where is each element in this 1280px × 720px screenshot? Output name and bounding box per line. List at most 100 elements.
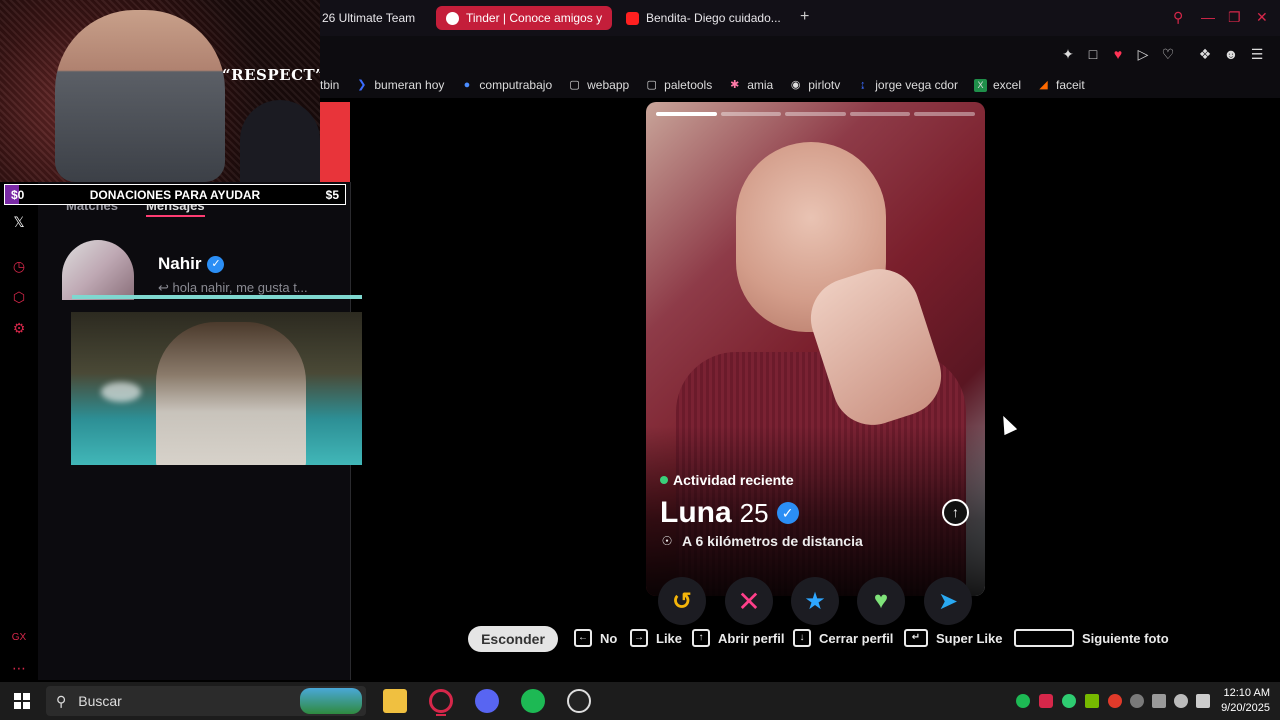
donation-title: DONACIONES PARA AYUDAR bbox=[89, 187, 261, 202]
shortcut-open-profile: ↑ Abrir perfil bbox=[692, 629, 784, 647]
tab-bendita[interactable]: Bendita- Diego cuidado... bbox=[616, 6, 792, 30]
verified-badge-icon: ✓ bbox=[207, 255, 225, 273]
bookmark-jorge-vega[interactable]: ↨ jorge vega cdor bbox=[856, 78, 958, 92]
profile-name-row: Luna 25 ✓ bbox=[660, 496, 799, 530]
minimize-button[interactable]: — bbox=[1201, 9, 1215, 25]
box-icon[interactable]: ⬡ bbox=[10, 288, 28, 306]
bookmark-amia[interactable]: ✱ amia bbox=[728, 78, 773, 92]
link-icon: ↨ bbox=[860, 78, 866, 91]
discord-icon[interactable] bbox=[475, 689, 499, 713]
taskbar: ⚲ Buscar 12:10 AM 9/20/2025 bbox=[0, 682, 1280, 720]
shortcut-no: ← No bbox=[574, 629, 617, 647]
pin-icon[interactable]: ✦ bbox=[1060, 46, 1076, 62]
bumeran-icon: ❯ bbox=[357, 78, 367, 91]
menu-icon[interactable]: ☰ bbox=[1249, 46, 1265, 62]
bookmark-pirlotv[interactable]: ◉ pirlotv bbox=[789, 78, 840, 92]
windows-start-icon[interactable] bbox=[14, 693, 30, 709]
heart-icon[interactable]: ♡ bbox=[1160, 46, 1176, 62]
enter-key-icon: ↵ bbox=[904, 629, 928, 647]
maximize-button[interactable]: ❐ bbox=[1228, 9, 1241, 26]
gx-icon[interactable]: GX bbox=[10, 629, 28, 647]
tab-tinder[interactable]: Tinder | Conoce amigos y bbox=[436, 6, 612, 30]
tray-wifi-icon[interactable] bbox=[1130, 694, 1144, 708]
profile-icon[interactable]: ☻ bbox=[1223, 46, 1239, 62]
bookmark-computrabajo[interactable]: ● computrabajo bbox=[460, 78, 553, 92]
webcam-overlay bbox=[71, 312, 362, 465]
bookmark-paletools[interactable]: ▢ paletools bbox=[645, 78, 712, 92]
photo-progress-segment bbox=[914, 112, 975, 116]
open-profile-button[interactable]: ↑ bbox=[942, 499, 969, 526]
bookmark-bumeran[interactable]: ❯ bumeran hoy bbox=[355, 78, 444, 92]
new-tab-button[interactable]: + bbox=[800, 8, 809, 26]
stream-overlay-image: “RESPECT” bbox=[0, 0, 320, 182]
volume-icon[interactable] bbox=[1196, 694, 1210, 708]
photo-progress-segment bbox=[849, 112, 911, 116]
screenshot-icon[interactable]: □ bbox=[1085, 46, 1101, 62]
bookmark-excel[interactable]: Xexcel bbox=[973, 78, 1021, 92]
taskbar-clock[interactable]: 12:10 AM 9/20/2025 bbox=[1221, 686, 1270, 716]
shortcut-super-like: ↵ Super Like bbox=[904, 629, 1002, 647]
arrow-right-key-icon: → bbox=[630, 629, 648, 647]
clock-date: 9/20/2025 bbox=[1221, 702, 1270, 714]
tray-green-icon[interactable] bbox=[1062, 694, 1076, 708]
message-list-item[interactable]: Nahir ✓ ↩ hola nahir, me gusta t... bbox=[62, 240, 362, 300]
photo-progress bbox=[656, 112, 975, 116]
super-like-button[interactable]: ★ bbox=[791, 577, 839, 625]
search-highlight-image bbox=[300, 688, 362, 714]
match-name: Nahir bbox=[158, 254, 202, 273]
stream-divider bbox=[72, 295, 362, 299]
overlay-caption: “RESPECT” bbox=[222, 66, 320, 84]
online-dot-icon bbox=[660, 476, 668, 484]
person-figure bbox=[55, 10, 225, 182]
x-logo-icon[interactable]: 𝕏 bbox=[10, 213, 28, 231]
profile-name: Luna bbox=[660, 496, 732, 529]
tray-network-icon[interactable] bbox=[1152, 694, 1166, 708]
profile-age: 25 bbox=[739, 498, 769, 528]
hide-button[interactable]: Esconder bbox=[468, 626, 558, 652]
bookmark-webapp[interactable]: ▢ webapp bbox=[568, 78, 629, 92]
activity-status: Actividad reciente bbox=[660, 472, 794, 488]
tray-app-icon[interactable] bbox=[1108, 694, 1122, 708]
amia-icon: ✱ bbox=[730, 78, 740, 91]
tab-ultimate-team[interactable]: 26 Ultimate Team bbox=[312, 6, 430, 30]
obs-icon[interactable] bbox=[567, 689, 591, 713]
avatar bbox=[62, 240, 134, 300]
streamer-figure bbox=[156, 322, 306, 465]
donation-goal-bar: $0 DONACIONES PARA AYUDAR $5 bbox=[4, 184, 346, 205]
search-tabs-icon[interactable]: ⚲ bbox=[1173, 9, 1183, 26]
app-side-rail: 𝕏 ◷ ⬡ ⚙ GX ⋯ bbox=[0, 205, 38, 680]
arrow-up-key-icon: ↑ bbox=[692, 629, 710, 647]
tray-nvidia-icon[interactable] bbox=[1085, 694, 1099, 708]
shortcut-close-profile: ↓ Cerrar perfil bbox=[793, 629, 893, 647]
more-icon[interactable]: ⋯ bbox=[10, 659, 28, 677]
tray-shield-icon[interactable] bbox=[1039, 694, 1053, 708]
file-explorer-icon[interactable] bbox=[383, 689, 407, 713]
spotify-icon[interactable] bbox=[521, 689, 545, 713]
tray-spotify-icon[interactable] bbox=[1016, 694, 1030, 708]
bookmark-tbin[interactable]: tbin bbox=[320, 78, 339, 92]
settings-gear-icon[interactable]: ⚙ bbox=[10, 319, 28, 337]
arrow-down-key-icon: ↓ bbox=[793, 629, 811, 647]
clock-icon[interactable]: ◷ bbox=[10, 257, 28, 275]
boost-button[interactable]: ➤ bbox=[924, 577, 972, 625]
pirlotv-icon: ◉ bbox=[790, 78, 801, 91]
computrabajo-icon: ● bbox=[463, 78, 471, 91]
opera-gx-icon[interactable] bbox=[429, 689, 453, 716]
bookmark-faceit[interactable]: ◢ faceit bbox=[1037, 78, 1084, 92]
pocket-icon[interactable]: ♥ bbox=[1110, 46, 1126, 62]
rewind-button[interactable]: ↺ bbox=[658, 577, 706, 625]
donation-goal: $5 bbox=[325, 187, 339, 202]
like-button[interactable]: ♥ bbox=[857, 577, 905, 625]
photo-progress-segment bbox=[785, 112, 846, 116]
play-icon[interactable]: ▷ bbox=[1135, 46, 1151, 62]
extensions-icon[interactable]: ❖ bbox=[1197, 46, 1213, 62]
taskbar-search[interactable]: ⚲ Buscar bbox=[46, 686, 366, 716]
nope-button[interactable]: ✕ bbox=[725, 577, 773, 625]
message-preview: ↩ hola nahir, me gusta t... bbox=[158, 280, 308, 295]
search-icon: ⚲ bbox=[56, 692, 67, 709]
tinder-flame-icon bbox=[446, 11, 459, 25]
excel-icon: X bbox=[973, 78, 987, 92]
tray-steam-icon[interactable] bbox=[1174, 694, 1188, 708]
browser-toolbar: ✦ □ ♥ ▷ ♡ ❖ ☻ ☰ bbox=[320, 36, 1280, 72]
close-window-button[interactable]: ✕ bbox=[1256, 9, 1268, 26]
